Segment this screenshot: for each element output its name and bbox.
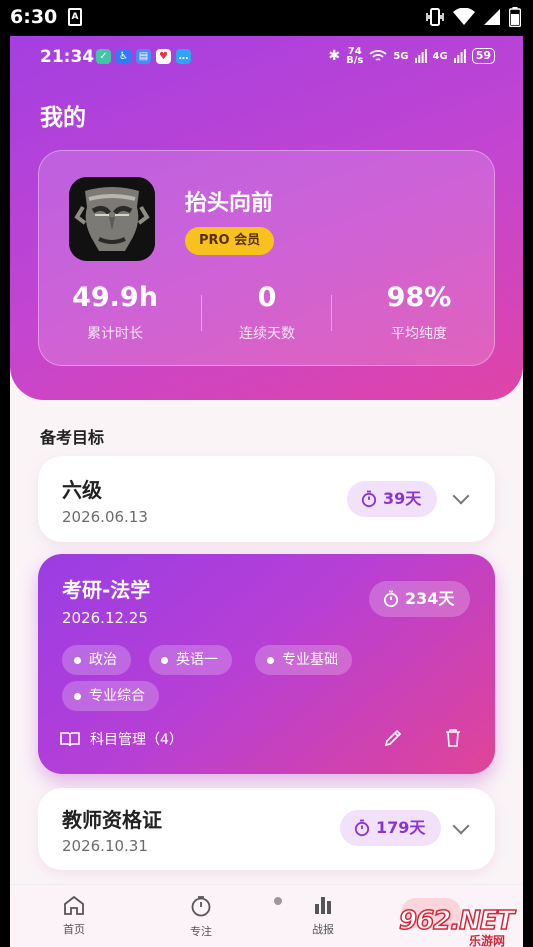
notification-app-icons: ✓ ♿ ▤ ♥ …	[96, 49, 191, 64]
book-icon	[60, 732, 80, 747]
section-title: 备考目标	[40, 428, 105, 447]
subject-manage-link[interactable]: 科目管理（4）	[60, 729, 183, 749]
subject-label: 政治	[89, 652, 117, 668]
stat-label: 连续天数	[239, 326, 295, 342]
system-status-bar: 6:30 A	[0, 0, 533, 36]
nav-item-focus[interactable]: 专注	[171, 895, 231, 939]
goal-date: 2026.06.13	[62, 508, 148, 526]
profile-card[interactable]: 抬头向前 PRO 会员 49.9h 累计时长 0 连续天数 98% 平均纯度	[38, 150, 495, 366]
battery-icon	[509, 7, 521, 27]
heart-app-icon: ♥	[156, 49, 171, 64]
stat-purity: 98% 平均纯度	[343, 281, 495, 343]
subject-label: 英语一	[176, 652, 218, 668]
stat-label: 累计时长	[87, 326, 143, 342]
message-app-icon: …	[176, 49, 191, 64]
username: 抬头向前	[185, 191, 274, 216]
subject-label: 专业基础	[282, 652, 338, 668]
signal-4g: 4G	[432, 50, 448, 62]
bluetooth-icon: ✱	[328, 48, 341, 64]
nav-label: 专注	[190, 925, 212, 938]
signal-5g: 5G	[393, 50, 409, 62]
subject-tag[interactable]: 英语一	[149, 645, 232, 675]
stat-label: 平均纯度	[391, 326, 447, 342]
stat-total-time: 49.9h 累计时长	[39, 281, 191, 343]
wifi-icon	[453, 8, 475, 25]
avatar[interactable]	[69, 177, 155, 261]
inner-wifi-icon	[369, 50, 387, 61]
stat-value: 0	[257, 282, 277, 313]
stopwatch-icon	[354, 819, 370, 837]
stat-divider	[331, 295, 332, 331]
subject-tag[interactable]: 政治	[62, 645, 131, 675]
mask-avatar-image	[69, 177, 155, 261]
goal-card[interactable]: 六级 2026.06.13 39天	[38, 456, 495, 542]
goal-name: 教师资格证	[62, 808, 162, 832]
calendar-app-icon: ▤	[136, 49, 151, 64]
vibrate-icon	[426, 8, 444, 26]
shield-app-icon: ✓	[96, 49, 111, 64]
subject-manage-label: 科目管理（4）	[90, 732, 183, 748]
stopwatch-icon	[361, 490, 377, 508]
system-time: 6:30	[10, 6, 58, 28]
notification-icon: A	[68, 8, 82, 26]
countdown-days: 234天	[405, 589, 455, 608]
chevron-down-icon[interactable]	[452, 817, 470, 835]
inner-status-bar: 21:34 ✓ ♿ ▤ ♥ … ✱ 74 B/s 5G 4G 59	[10, 44, 523, 70]
nav-dot-indicator	[274, 897, 282, 905]
edit-icon[interactable]	[383, 728, 403, 748]
countdown-days: 179天	[376, 818, 426, 837]
app-screen: 21:34 ✓ ♿ ▤ ♥ … ✱ 74 B/s 5G 4G 59 我的 抬头向…	[10, 36, 523, 947]
page-title: 我的	[40, 105, 86, 131]
accessibility-app-icon: ♿	[116, 49, 131, 64]
bar-chart-icon	[315, 897, 331, 914]
goal-name: 六级	[62, 478, 102, 502]
nav-label: 战报	[312, 923, 334, 936]
nav-label: 首页	[63, 923, 85, 936]
inner-time: 21:34	[40, 47, 95, 67]
goal-date: 2026.10.31	[62, 837, 148, 855]
watermark-sub: 乐游网	[469, 934, 506, 947]
delete-icon[interactable]	[444, 728, 462, 748]
inner-indicators: ✱ 74 B/s 5G 4G 59	[328, 47, 495, 66]
stopwatch-icon	[383, 590, 399, 608]
inner-signal-icon-2	[453, 49, 466, 63]
goal-card-expanded[interactable]: 考研-法学 2026.12.25 234天 政治 英语一 专业基础 专业综合 科…	[38, 554, 495, 774]
stat-streak-days: 0 连续天数	[191, 281, 343, 343]
countdown-days: 39天	[383, 489, 422, 508]
timer-icon	[191, 896, 211, 917]
subject-label: 专业综合	[89, 688, 145, 704]
chevron-down-icon[interactable]	[452, 487, 470, 505]
goal-name: 考研-法学	[62, 578, 151, 602]
goal-card[interactable]: 教师资格证 2026.10.31 179天	[38, 788, 495, 870]
countdown-pill: 179天	[340, 810, 442, 846]
net-speed-unit: B/s	[346, 55, 364, 66]
watermark-logo: 962.NET 乐游网	[393, 898, 523, 947]
stat-value: 98%	[386, 282, 452, 313]
goal-date: 2026.12.25	[62, 609, 148, 627]
profile-header: 21:34 ✓ ♿ ▤ ♥ … ✱ 74 B/s 5G 4G 59 我的 抬头向…	[10, 36, 523, 400]
subject-tag[interactable]: 专业综合	[62, 681, 159, 711]
countdown-pill: 39天	[347, 481, 438, 517]
subject-tag[interactable]: 专业基础	[255, 645, 352, 675]
nav-item-home[interactable]: 首页	[44, 895, 104, 937]
countdown-pill: 234天	[369, 581, 471, 617]
home-icon	[64, 895, 84, 915]
inner-signal-icon	[414, 49, 427, 63]
net-speed: 74 B/s	[346, 47, 364, 66]
stat-value: 49.9h	[72, 282, 158, 313]
nav-item-report[interactable]: 战报	[293, 895, 353, 937]
signal-icon	[484, 9, 500, 25]
pro-member-badge: PRO 会员	[185, 227, 275, 255]
system-indicators	[425, 7, 521, 27]
inner-battery: 59	[471, 48, 495, 64]
